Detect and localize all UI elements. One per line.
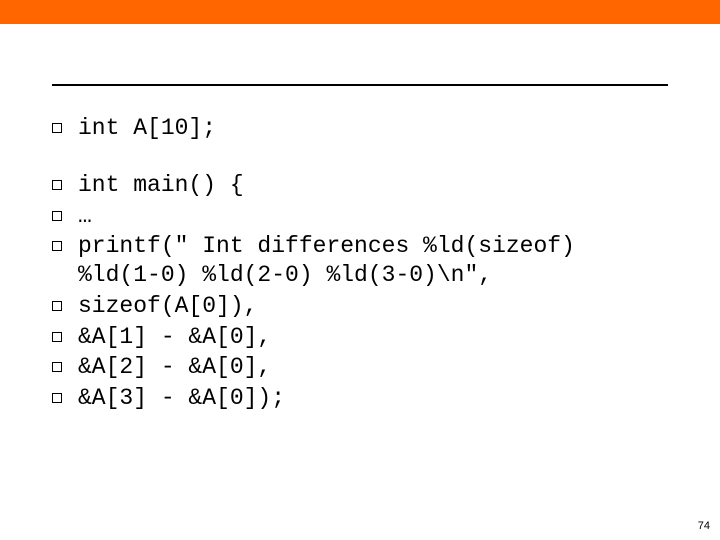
code-line: &A[2] - &A[0], bbox=[78, 353, 271, 382]
list-item: &A[2] - &A[0], bbox=[52, 353, 668, 382]
code-line: &A[3] - &A[0]); bbox=[78, 384, 285, 413]
divider-line bbox=[52, 84, 668, 86]
header-orange-bar bbox=[0, 0, 720, 24]
list-item: &A[1] - &A[0], bbox=[52, 323, 668, 352]
list-item: sizeof(A[0]), bbox=[52, 292, 668, 321]
code-line: printf(" Int differences %ld(sizeof) %ld… bbox=[78, 232, 668, 290]
code-line: int main() { bbox=[78, 171, 244, 200]
bullet-icon bbox=[52, 332, 62, 342]
bullet-icon bbox=[52, 211, 62, 221]
code-line: … bbox=[78, 202, 92, 231]
bullet-icon bbox=[52, 180, 62, 190]
code-line: &A[1] - &A[0], bbox=[78, 323, 271, 352]
blank-line bbox=[52, 145, 668, 171]
bullet-icon bbox=[52, 301, 62, 311]
bullet-icon bbox=[52, 241, 62, 251]
code-line: int A[10]; bbox=[78, 114, 216, 143]
list-item: … bbox=[52, 202, 668, 231]
page-number: 74 bbox=[698, 520, 710, 532]
list-item: int main() { bbox=[52, 171, 668, 200]
list-item: &A[3] - &A[0]); bbox=[52, 384, 668, 413]
slide-content: int A[10]; int main() { … printf(" Int d… bbox=[0, 24, 720, 413]
bullet-icon bbox=[52, 362, 62, 372]
bullet-icon bbox=[52, 393, 62, 403]
code-line: sizeof(A[0]), bbox=[78, 292, 257, 321]
list-item: printf(" Int differences %ld(sizeof) %ld… bbox=[52, 232, 668, 290]
list-item: int A[10]; bbox=[52, 114, 668, 143]
bullet-icon bbox=[52, 123, 62, 133]
